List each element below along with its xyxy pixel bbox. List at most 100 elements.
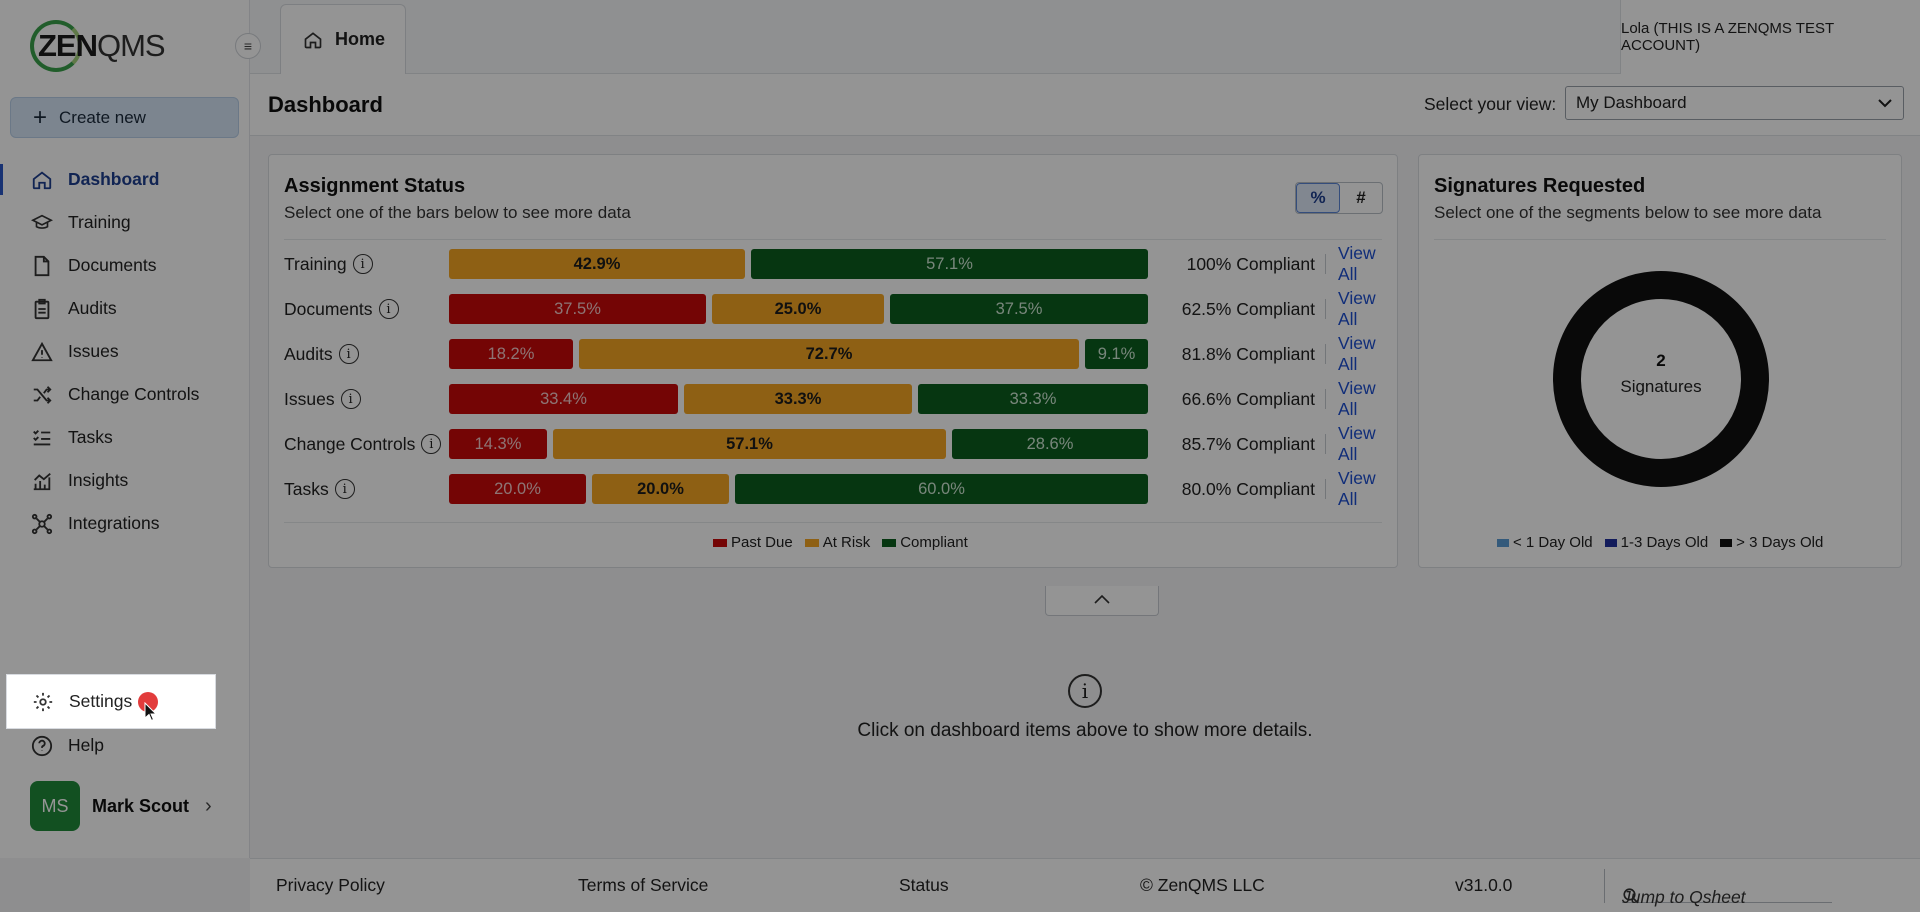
legend-swatch-past-due <box>713 538 727 547</box>
segment-past-due[interactable]: 37.5% <box>449 294 706 324</box>
segment-compliant[interactable]: 57.1% <box>751 249 1148 279</box>
row-label: Tasks i <box>284 479 449 500</box>
sidebar-item-tasks[interactable]: Tasks <box>0 416 249 459</box>
assignment-row-audits: Audits i 18.2% 72.7% 9.1% 81.8% Compliant… <box>284 333 1384 374</box>
user-menu[interactable]: MS Mark Scout › <box>30 781 212 831</box>
sidebar-item-documents[interactable]: Documents <box>0 244 249 287</box>
signatures-legend: < 1 Day Old 1-3 Days Old > 3 Days Old <box>1485 534 1823 551</box>
view-all-link[interactable]: View All <box>1338 423 1384 465</box>
divider <box>1434 239 1886 240</box>
card-title: Assignment Status <box>284 175 466 197</box>
sidebar-nav: Dashboard Training Documents Audits Issu… <box>0 158 249 545</box>
legend-swatch-lt1 <box>1497 538 1509 547</box>
segment-compliant[interactable]: 33.3% <box>918 384 1148 414</box>
card-subtitle: Select one of the bars below to see more… <box>284 203 631 222</box>
collapse-panel-button[interactable] <box>1045 586 1159 616</box>
sidebar-item-label: Issues <box>68 341 119 361</box>
toggle-percent-button[interactable]: % <box>1296 183 1340 213</box>
view-all-link[interactable]: View All <box>1338 468 1384 510</box>
view-select-value: My Dashboard <box>1576 93 1687 112</box>
signatures-count-label: Signatures <box>1620 377 1702 396</box>
segment-at-risk[interactable]: 25.0% <box>712 294 884 324</box>
segment-at-risk[interactable]: 42.9% <box>449 249 745 279</box>
avatar: MS <box>30 781 80 831</box>
view-all-link[interactable]: View All <box>1338 288 1384 330</box>
view-all-link[interactable]: View All <box>1338 333 1384 375</box>
sidebar-help-container: Help <box>0 724 249 767</box>
assignment-row-training: Training i 42.9% 57.1% 100% Compliant Vie… <box>284 243 1384 284</box>
compliance-summary: 66.6% Compliant <box>1181 388 1315 409</box>
segment-at-risk[interactable]: 72.7% <box>579 339 1079 369</box>
hamburger-icon: ≡ <box>243 38 253 54</box>
segment-past-due[interactable]: 33.4% <box>449 384 678 414</box>
graduation-cap-icon <box>30 211 54 235</box>
home-icon <box>30 168 54 192</box>
user-name: Mark Scout <box>92 795 190 816</box>
sidebar-item-insights[interactable]: Insights <box>0 459 249 502</box>
sidebar-item-dashboard[interactable]: Dashboard <box>0 158 249 201</box>
assignment-row-issues: Issues i 33.4% 33.3% 33.3% 66.6% Complian… <box>284 378 1384 419</box>
sidebar-item-audits[interactable]: Audits <box>0 287 249 330</box>
legend-label: At Risk <box>822 534 871 551</box>
legend-swatch-gt3 <box>1720 538 1733 547</box>
signatures-count: 2 <box>1656 351 1666 370</box>
signatures-requested-card: Signatures Requested Select one of the s… <box>1418 154 1902 568</box>
sidebar-item-help[interactable]: Help <box>0 724 249 767</box>
segment-compliant[interactable]: 37.5% <box>890 294 1148 324</box>
legend-swatch-1-3 <box>1604 538 1617 547</box>
info-icon[interactable]: i <box>421 434 442 454</box>
compliance-summary: 81.8% Compliant <box>1181 343 1315 364</box>
privacy-policy-link[interactable]: Privacy Policy <box>276 875 385 896</box>
segment-at-risk[interactable]: 57.1% <box>553 429 946 459</box>
segment-past-due[interactable]: 14.3% <box>449 429 547 459</box>
segment-at-risk[interactable]: 20.0% <box>592 474 729 504</box>
tab-home[interactable]: Home <box>280 4 406 74</box>
sidebar-item-issues[interactable]: Issues <box>0 330 249 373</box>
sidebar-collapse-button[interactable]: ≡ <box>235 33 261 59</box>
view-select[interactable]: My Dashboard <box>1565 86 1904 120</box>
segment-past-due[interactable]: 18.2% <box>449 339 573 369</box>
create-new-button[interactable]: + Create new <box>10 97 239 138</box>
segment-compliant[interactable]: 9.1% <box>1085 339 1148 369</box>
sidebar-item-integrations[interactable]: Integrations <box>0 502 249 545</box>
view-all-link[interactable]: View All <box>1338 243 1384 285</box>
create-new-label: Create new <box>59 107 146 127</box>
sidebar-item-settings[interactable]: Settings <box>6 674 216 729</box>
sidebar: ZENQMS + Create new Dashboard Training D… <box>0 0 250 858</box>
mouse-cursor-icon <box>144 701 158 727</box>
donut-center: 2 Signatures <box>1553 351 1769 397</box>
zenqms-logo[interactable]: ZENQMS <box>28 18 178 74</box>
home-icon <box>303 30 323 50</box>
row-label: Audits i <box>284 344 449 365</box>
segment-compliant[interactable]: 28.6% <box>952 429 1148 459</box>
details-empty-state: i Click on dashboard items above to show… <box>250 674 1920 742</box>
status-bar: 37.5% 25.0% 37.5% <box>449 294 1148 324</box>
legend-label: Past Due <box>731 534 793 551</box>
segment-at-risk[interactable]: 33.3% <box>684 384 912 414</box>
qsheet-search-input[interactable]: Jump to Qsheet <box>1622 871 1832 907</box>
sidebar-item-change-controls[interactable]: Change Controls <box>0 373 249 416</box>
info-icon[interactable]: i <box>378 299 399 319</box>
assignment-status-card: Assignment Status Select one of the bars… <box>268 154 1398 568</box>
account-name[interactable]: Lola (THIS IS A ZENQMS TEST ACCOUNT) <box>1620 0 1920 74</box>
separator <box>1325 299 1326 319</box>
terms-of-service-link[interactable]: Terms of Service <box>578 875 708 896</box>
sidebar-item-label: Change Controls <box>68 384 200 404</box>
view-all-link[interactable]: View All <box>1338 378 1384 420</box>
separator <box>1604 869 1605 903</box>
top-bar: Home Lola (THIS IS A ZENQMS TEST ACCOUNT… <box>250 0 1920 74</box>
page-title: Dashboard <box>268 92 383 117</box>
sidebar-item-training[interactable]: Training <box>0 201 249 244</box>
info-icon[interactable]: i <box>338 344 359 364</box>
compliance-summary: 62.5% Compliant <box>1181 298 1315 319</box>
segment-compliant[interactable]: 60.0% <box>735 474 1148 504</box>
chevron-up-icon <box>1093 592 1111 610</box>
segment-past-due[interactable]: 20.0% <box>449 474 586 504</box>
sidebar-item-label: Settings <box>69 691 133 711</box>
toggle-count-button[interactable]: # <box>1340 183 1382 213</box>
info-icon[interactable]: i <box>352 254 373 274</box>
info-icon[interactable]: i <box>334 479 355 499</box>
info-icon[interactable]: i <box>340 389 361 409</box>
sidebar-item-label: Dashboard <box>68 169 160 189</box>
status-link[interactable]: Status <box>899 875 949 896</box>
